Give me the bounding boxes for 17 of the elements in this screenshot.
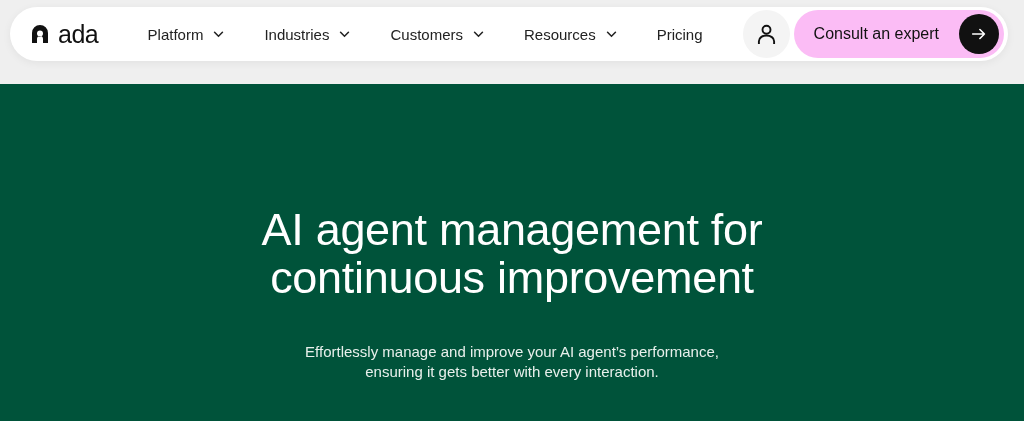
consult-button[interactable]: Consult an expert: [793, 10, 1004, 58]
chevron-down-icon: [473, 30, 484, 38]
nav-menu-item[interactable]: Resources: [524, 19, 617, 49]
logo-icon[interactable]: [30, 24, 50, 44]
nav-menu-item[interactable]: Pricing: [656, 19, 703, 49]
chevron-down-icon: [213, 30, 225, 38]
nav-menu-item[interactable]: Customers: [390, 19, 484, 49]
nav-menu-item[interactable]: Platform: [147, 19, 225, 49]
chevron-down-icon: [605, 30, 617, 38]
user-icon: [756, 23, 776, 45]
hero-title: AI agent management for continuous improvement: [261, 206, 763, 302]
arrow-right-icon: [959, 14, 999, 54]
hero-subtitle: Effortlessly manage and improve your AI agent’s performance, ensuring it gets better with every interaction.: [304, 342, 720, 382]
logo-wordmark[interactable]: ada: [58, 19, 99, 49]
nav-menu-item[interactable]: Industries: [264, 19, 351, 49]
chevron-down-icon: [339, 30, 351, 38]
account-button[interactable]: [742, 10, 790, 58]
